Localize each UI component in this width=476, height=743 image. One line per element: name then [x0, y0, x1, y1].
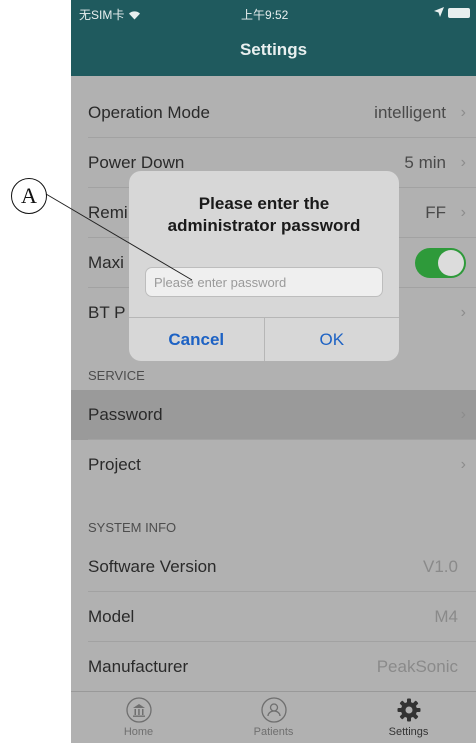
row-value: V1.0: [423, 557, 458, 576]
row-password[interactable]: Password ›: [71, 390, 476, 440]
section-header-system-info: SYSTEM INFO: [88, 520, 177, 535]
row-label: Model: [88, 607, 135, 626]
battery-icon: [448, 8, 470, 18]
chevron-right-icon: ›: [460, 406, 466, 423]
row-project[interactable]: Project ›: [71, 440, 476, 490]
chevron-right-icon: ›: [460, 104, 466, 121]
tab-patients[interactable]: Patients: [206, 692, 341, 743]
ok-button[interactable]: OK: [265, 318, 400, 361]
password-input[interactable]: [145, 267, 383, 297]
page-title: Settings: [239, 40, 308, 59]
dialog-title: Please enter the administrator password: [167, 194, 361, 235]
row-value: M4: [434, 607, 458, 626]
status-time: 上午9:52: [241, 8, 289, 22]
location-icon: [434, 6, 444, 20]
tab-home[interactable]: Home: [71, 692, 206, 743]
chevron-right-icon: ›: [460, 154, 466, 171]
status-right: [434, 6, 470, 20]
person-icon: [260, 697, 287, 723]
row-label: Password: [88, 405, 163, 424]
row-label: Software Version: [88, 557, 217, 576]
row-value: PeakSonic: [376, 657, 458, 676]
row-value: 5 min: [404, 153, 446, 172]
callout-label: A: [11, 178, 47, 214]
row-label: Operation Mode: [88, 103, 210, 122]
tab-bar: Home Patients Settings: [71, 691, 476, 743]
chevron-right-icon: ›: [460, 204, 466, 221]
row-value: FF: [425, 203, 446, 222]
row-label: Manufacturer: [88, 657, 189, 676]
cancel-button[interactable]: Cancel: [129, 318, 265, 361]
row-operation-mode[interactable]: Operation Mode intelligent ›: [71, 88, 476, 138]
carrier-label: 无SIM卡: [79, 8, 125, 22]
password-dialog: Please enter the administrator password …: [129, 171, 399, 361]
chevron-right-icon: ›: [460, 456, 466, 473]
toggle-knob: [438, 250, 464, 276]
bank-icon: [125, 697, 152, 723]
row-label: Project: [88, 455, 141, 474]
row-value: intelligent: [374, 103, 446, 122]
row-software-version: Software Version V1.0: [71, 542, 476, 592]
phone-screen: 无SIM卡 上午9:52 Settings Operation Mode int…: [71, 0, 476, 743]
tab-label: Patients: [253, 726, 294, 738]
row-manufacturer: Manufacturer PeakSonic: [71, 642, 476, 692]
group-gap: [71, 76, 476, 88]
row-label: Power Down: [88, 153, 185, 172]
status-carrier: 无SIM卡: [79, 6, 141, 23]
toggle-switch[interactable]: [415, 248, 466, 278]
nav-bar: Settings: [71, 30, 476, 76]
tab-label: Settings: [388, 726, 429, 738]
wifi-icon: [128, 8, 141, 22]
gear-icon: [397, 698, 420, 722]
dialog-buttons: Cancel OK: [129, 317, 399, 361]
row-model: Model M4: [71, 592, 476, 642]
tab-settings[interactable]: Settings: [341, 692, 476, 743]
status-bar: 无SIM卡 上午9:52: [71, 0, 476, 30]
chevron-right-icon: ›: [460, 304, 466, 321]
tab-label: Home: [123, 726, 154, 738]
